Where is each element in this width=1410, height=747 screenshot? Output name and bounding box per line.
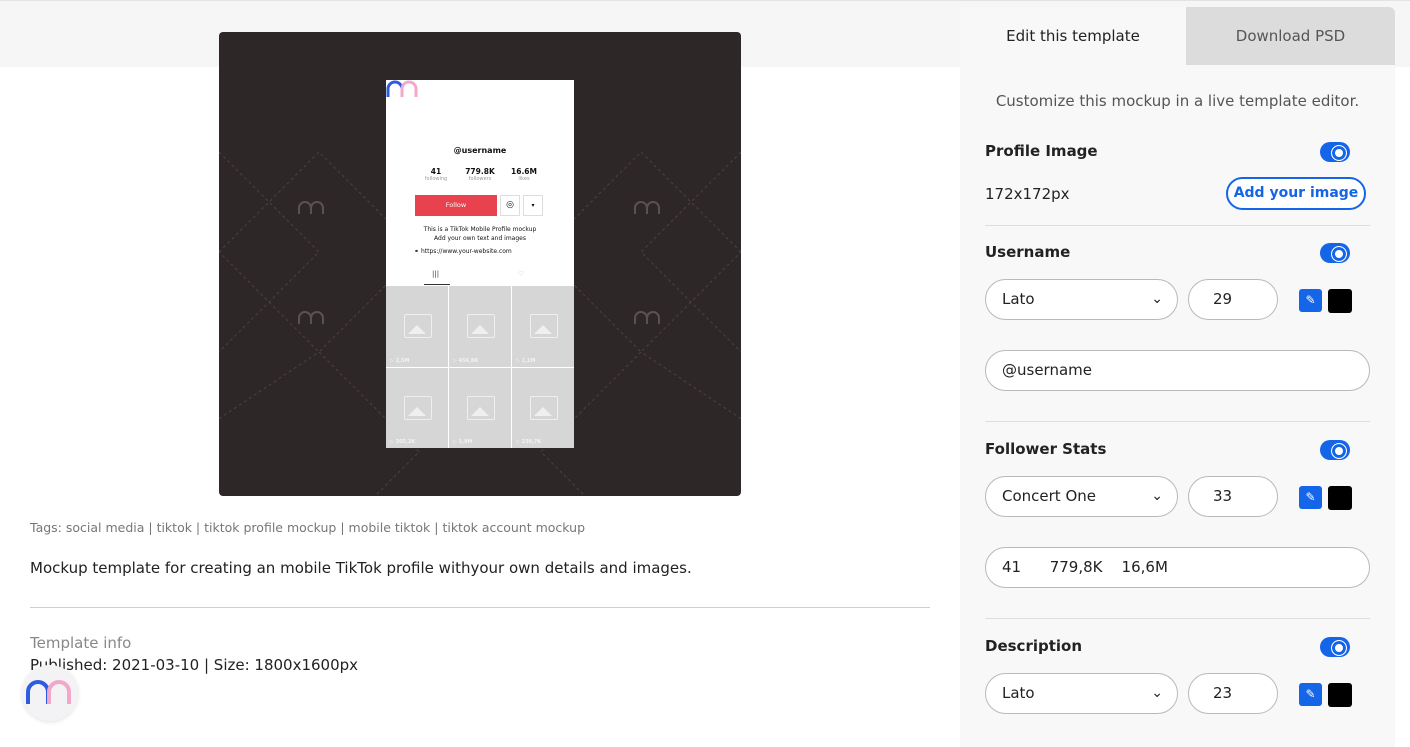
template-info-line: Published: 2021-03-10 | Size: 1800x1600p… — [30, 656, 359, 674]
username-color-swatch[interactable] — [1328, 289, 1352, 313]
profile-image-label: Profile Image — [985, 142, 1098, 160]
follower-stats-text-input[interactable]: 41 779,8K 16,6M — [985, 547, 1370, 588]
brand-floating-button[interactable] — [22, 665, 78, 721]
tab-download-psd[interactable]: Download PSD — [1186, 7, 1395, 65]
username-font-select[interactable]: Lato ⌄ — [985, 279, 1178, 320]
mockup-preview: @username 41 following 779.8K followers … — [219, 32, 741, 496]
video-thumbnail: ▷ 1,9M — [449, 367, 511, 448]
divider — [30, 607, 930, 608]
description-size-input[interactable]: 23 — [1188, 673, 1278, 714]
follower-stats-size-input[interactable]: 33 — [1188, 476, 1278, 517]
view-count: ▷ 230,7K — [516, 439, 542, 445]
video-thumbnail: ▷ 305,2K — [386, 367, 448, 448]
image-placeholder-icon — [467, 314, 495, 338]
video-thumbnail: ▷ 230,7K — [512, 367, 574, 448]
stat-following: 41 following — [416, 167, 456, 182]
username-toggle[interactable] — [1320, 243, 1350, 263]
phone-stats: 41 following 779.8K followers 16.6M like… — [416, 167, 544, 182]
stat-likes: 16.6M likes — [504, 167, 544, 182]
image-placeholder-icon — [404, 395, 432, 420]
color-picker-icon[interactable]: ✎ — [1299, 289, 1322, 312]
video-thumbnail: ▷ 2,5M — [386, 286, 448, 367]
username-size-input[interactable]: 29 — [1188, 279, 1278, 320]
video-grid: ▷ 2,5M ▷ 456,8K ▷ 1,1M ▷ 305,2K ▷ 1,9M ▷… — [386, 286, 574, 448]
description-line: Add your own text and images — [434, 235, 526, 242]
username-text-input[interactable]: @username — [985, 350, 1370, 391]
view-count: ▷ 305,2K — [390, 439, 416, 445]
view-count: ▷ 1,9M — [453, 439, 473, 445]
tags-line: Tags: social media | tiktok | tiktok pro… — [30, 520, 585, 535]
stat-value: 779.8K — [465, 167, 495, 176]
select-value: Concert One — [1002, 487, 1096, 505]
brand-logo-icon — [386, 80, 418, 97]
section-divider — [985, 225, 1370, 226]
image-placeholder-icon — [404, 314, 432, 338]
phone-description: This is a TikTok Mobile Profile mockup A… — [386, 225, 574, 243]
select-value: Lato — [1002, 684, 1035, 702]
stat-value: 16.6M — [511, 167, 537, 176]
video-thumbnail: ▷ 1,1M — [512, 286, 574, 367]
heart-icon: ♡ — [518, 270, 525, 278]
brand-logo-icon — [26, 680, 71, 704]
instagram-icon: ◎ — [500, 195, 520, 216]
description-color-swatch[interactable] — [1328, 683, 1352, 707]
follower-stats-toggle[interactable] — [1320, 440, 1350, 460]
profile-image-size: 172x172px — [985, 185, 1070, 203]
description-label: Description — [985, 637, 1083, 655]
video-thumbnail: ▷ 456,8K — [449, 286, 511, 367]
follower-stats-font-select[interactable]: Concert One ⌄ — [985, 476, 1178, 517]
grid-icon: ||| — [432, 270, 440, 278]
dropdown-icon: ▾ — [523, 195, 543, 216]
section-divider — [985, 618, 1370, 619]
image-placeholder-icon — [530, 395, 558, 420]
image-placeholder-icon — [467, 395, 495, 420]
description-font-select[interactable]: Lato ⌄ — [985, 673, 1178, 714]
phone-username: @username — [453, 146, 507, 155]
view-count: ▷ 1,1M — [516, 357, 536, 364]
chevron-down-icon: ⌄ — [1151, 488, 1163, 504]
profile-image-toggle[interactable] — [1320, 142, 1350, 162]
active-tab-indicator — [424, 284, 450, 285]
phone-mockup: @username 41 following 779.8K followers … — [386, 80, 574, 448]
image-placeholder-icon — [530, 314, 558, 338]
color-picker-icon[interactable]: ✎ — [1299, 486, 1322, 509]
username-label: Username — [985, 243, 1071, 261]
phone-tabs: ||| ♡ — [386, 268, 574, 286]
template-description: Mockup template for creating an mobile T… — [30, 559, 692, 577]
editor-panel: Edit this template Download PSD Customiz… — [960, 7, 1395, 747]
follower-stats-color-swatch[interactable] — [1328, 486, 1352, 510]
stat-value: 41 — [430, 167, 442, 176]
tab-edit-template[interactable]: Edit this template — [960, 7, 1186, 65]
stat-label: likes — [518, 176, 530, 182]
view-count: ▷ 456,8K — [453, 357, 479, 364]
stat-followers: 779.8K followers — [460, 167, 500, 182]
chevron-down-icon: ⌄ — [1151, 291, 1163, 307]
add-image-button[interactable]: Add your image — [1226, 177, 1366, 210]
panel-tabs: Edit this template Download PSD — [960, 7, 1395, 65]
select-value: Lato — [1002, 290, 1035, 308]
follower-stats-label: Follower Stats — [985, 440, 1107, 458]
stat-label: following — [424, 176, 448, 182]
link-text: https://www.your-website.com — [420, 248, 512, 255]
description-line: This is a TikTok Mobile Profile mockup — [423, 226, 537, 233]
view-count: ▷ 2,5M — [390, 357, 410, 364]
phone-follow-button: Follow — [415, 195, 497, 216]
section-divider — [985, 421, 1370, 422]
panel-intro: Customize this mockup in a live template… — [995, 92, 1360, 110]
phone-link: ⚭ https://www.your-website.com — [414, 248, 512, 255]
description-toggle[interactable] — [1320, 637, 1350, 657]
color-picker-icon[interactable]: ✎ — [1299, 683, 1322, 706]
template-info-title: Template info — [30, 634, 132, 652]
stat-label: followers — [468, 176, 492, 182]
chevron-down-icon: ⌄ — [1151, 685, 1163, 701]
link-icon: ⚭ — [414, 248, 421, 255]
